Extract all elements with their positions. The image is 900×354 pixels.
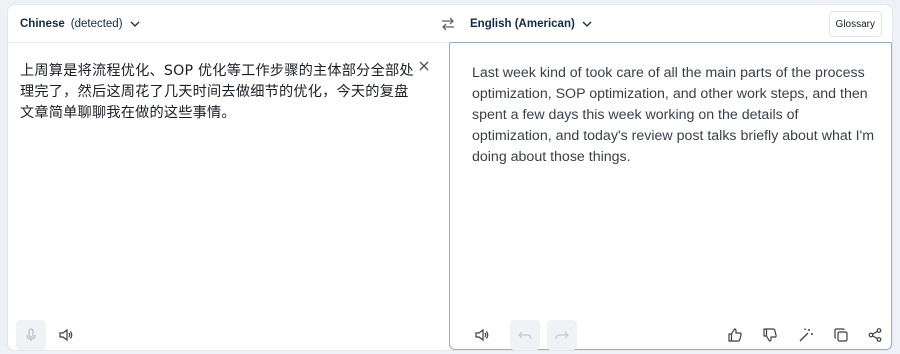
share-button[interactable] [860, 320, 890, 350]
thumbs-up-icon [728, 328, 742, 342]
source-text-input[interactable]: 上周算是将流程优化、SOP 优化等工作步骤的主体部分全部处理完了，然后这周花了几… [20, 61, 418, 124]
undo-icon [518, 331, 532, 340]
close-icon[interactable] [417, 59, 431, 73]
target-listen-button[interactable] [467, 320, 497, 350]
language-bar: Chinese (detected) English (American) Gl… [8, 5, 892, 43]
target-language-selector[interactable]: English (American) [470, 15, 593, 33]
source-language-selector[interactable]: Chinese (detected) [20, 15, 141, 33]
redo-icon [555, 331, 569, 340]
thumbs-down-icon [763, 328, 777, 342]
speaker-icon [475, 328, 489, 342]
magic-wand-button[interactable] [791, 320, 821, 350]
glossary-button[interactable]: Glossary [828, 11, 882, 37]
source-language-name: Chinese [20, 18, 65, 30]
chevron-down-icon [130, 21, 139, 27]
speaker-icon [59, 328, 73, 342]
source-listen-button[interactable] [51, 320, 81, 350]
magic-wand-icon [799, 328, 813, 342]
microphone-icon [26, 328, 36, 341]
redo-button[interactable] [547, 320, 577, 350]
chevron-down-icon [582, 21, 592, 27]
thumbs-down-button[interactable] [755, 320, 785, 350]
thumbs-up-button[interactable] [720, 320, 750, 350]
target-language-name: English (American) [470, 18, 575, 30]
copy-icon [834, 328, 848, 342]
undo-button[interactable] [510, 320, 540, 350]
copy-button[interactable] [826, 320, 856, 350]
source-panel: 上周算是将流程优化、SOP 优化等工作步骤的主体部分全部处理完了，然后这周花了几… [8, 43, 449, 350]
translator-frame: Chinese (detected) English (American) Gl… [8, 5, 892, 350]
swap-arrows-icon[interactable] [440, 16, 456, 32]
share-icon [868, 328, 882, 342]
translation-output: Last week kind of took care of all the m… [472, 65, 875, 165]
target-panel: Last week kind of took care of all the m… [449, 42, 892, 350]
microphone-button[interactable] [16, 320, 46, 350]
detected-label: (detected) [70, 18, 123, 30]
